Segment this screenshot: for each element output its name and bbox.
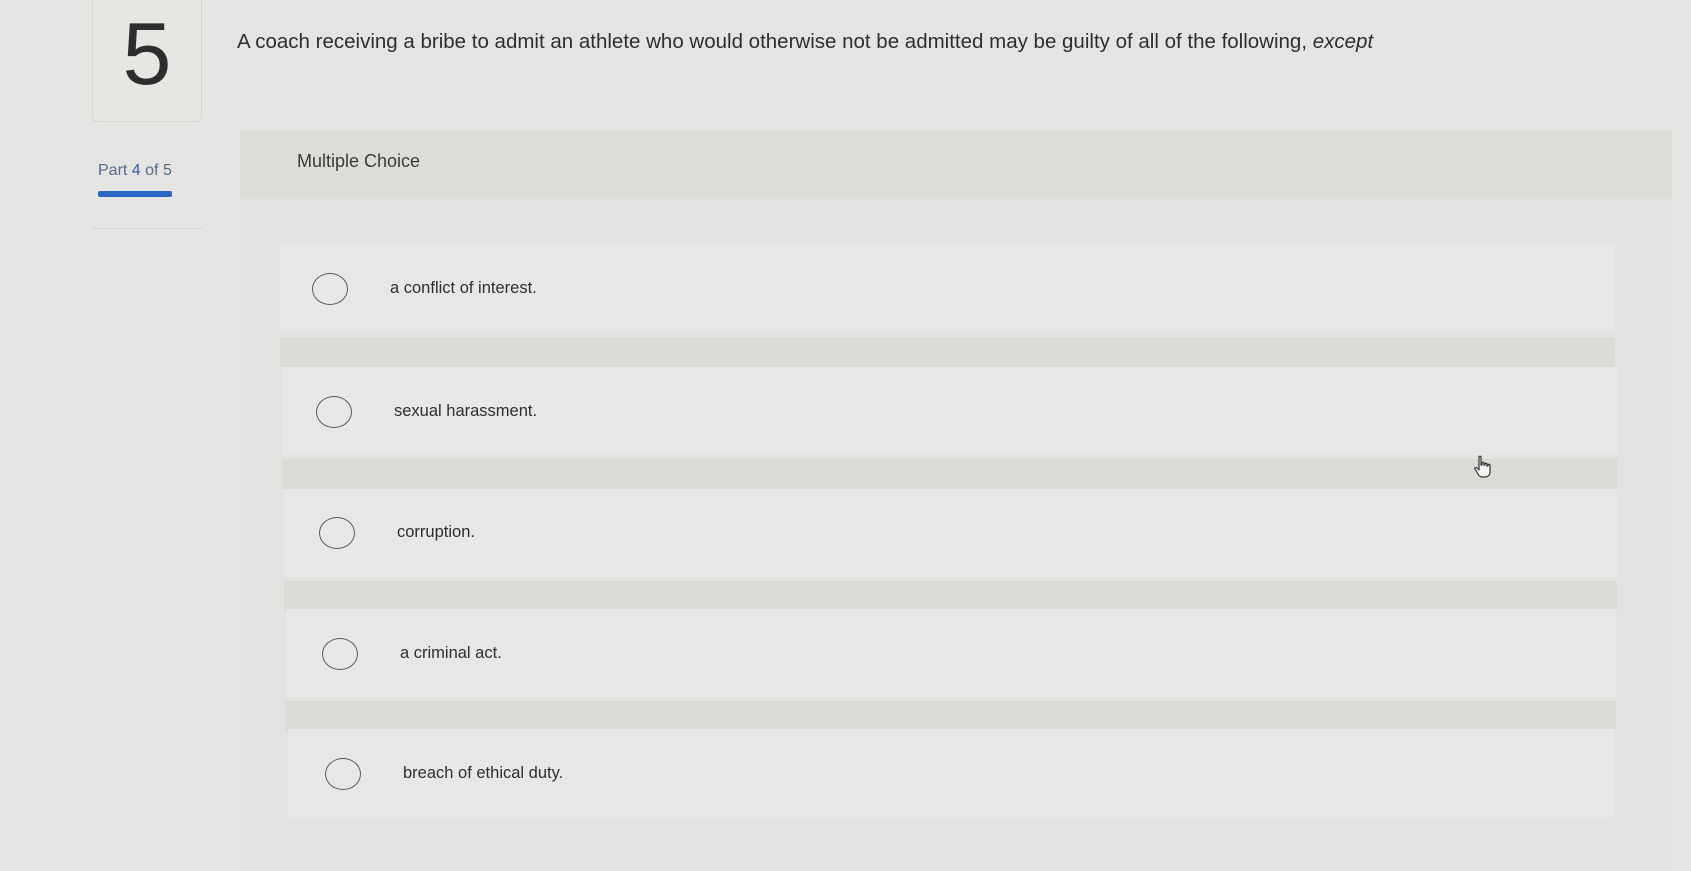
part-indicator: Part 4 of 5 bbox=[98, 162, 172, 180]
question-body: A coach receiving a bribe to admit an at… bbox=[237, 30, 1308, 53]
part-current: 4 bbox=[131, 162, 141, 179]
part-prefix: Part bbox=[98, 162, 128, 179]
part-progress-bar bbox=[98, 191, 172, 197]
option-separator bbox=[282, 459, 1617, 489]
choice-option-5[interactable]: breach of ethical duty. bbox=[288, 729, 1615, 817]
hand-pointer-icon bbox=[1474, 455, 1491, 478]
question-text: A coach receiving a bribe to admit an at… bbox=[237, 30, 1373, 54]
option-label: a criminal act. bbox=[400, 644, 502, 662]
radio-button-icon[interactable] bbox=[322, 638, 358, 670]
radio-button-icon[interactable] bbox=[312, 273, 348, 305]
question-number-box: 5 bbox=[92, 0, 202, 122]
question-emphasis: except bbox=[1312, 30, 1374, 53]
choice-option-3[interactable]: corruption. bbox=[284, 489, 1617, 577]
question-number: 5 bbox=[122, 4, 172, 103]
choice-header: Multiple Choice bbox=[240, 131, 1672, 199]
option-label: corruption. bbox=[397, 523, 475, 541]
option-separator bbox=[284, 581, 1617, 611]
choice-option-4[interactable]: a criminal act. bbox=[286, 609, 1616, 697]
option-label: a conflict of interest. bbox=[390, 279, 537, 297]
part-separator: of bbox=[145, 162, 159, 179]
part-divider bbox=[92, 228, 202, 229]
option-label: breach of ethical duty. bbox=[403, 764, 564, 782]
radio-button-icon[interactable] bbox=[325, 758, 361, 790]
choice-option-2[interactable]: sexual harassment. bbox=[282, 367, 1617, 455]
multiple-choice-panel: Multiple Choice a conflict of interest. … bbox=[240, 131, 1672, 871]
option-label: sexual harassment. bbox=[394, 402, 538, 420]
radio-button-icon[interactable] bbox=[316, 396, 352, 428]
option-separator bbox=[286, 701, 1616, 731]
radio-button-icon[interactable] bbox=[319, 517, 355, 549]
choice-type-label: Multiple Choice bbox=[297, 151, 421, 171]
part-total: 5 bbox=[162, 162, 172, 179]
choice-option-1[interactable]: a conflict of interest. bbox=[280, 243, 1615, 331]
option-separator bbox=[280, 337, 1615, 367]
